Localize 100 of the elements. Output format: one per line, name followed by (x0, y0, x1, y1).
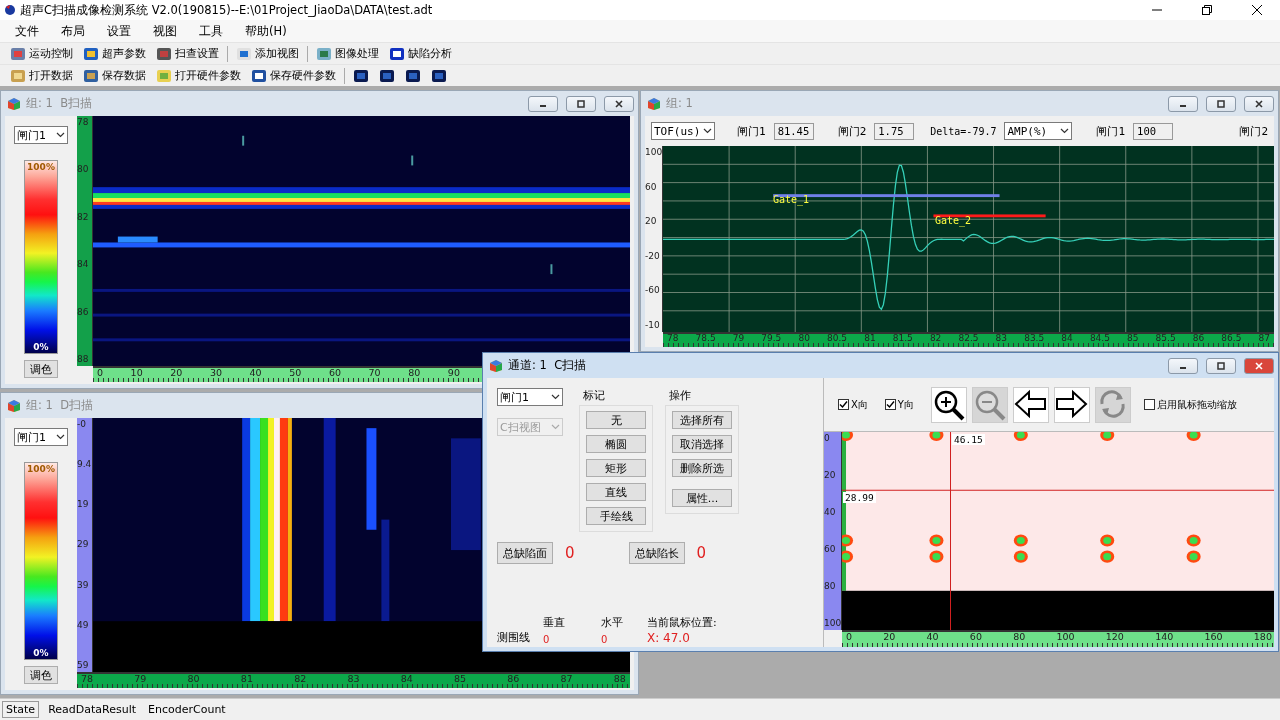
defect-spot (1100, 432, 1115, 442)
view-tool-button[interactable] (930, 386, 967, 423)
menu-item[interactable]: 文件 (4, 23, 50, 39)
window-title: 组: 1 D扫描 (26, 398, 94, 413)
dropdown[interactable]: TOF(us) (651, 122, 715, 140)
toolbar-button[interactable]: 扫查设置 (152, 43, 223, 64)
toolbar-button[interactable]: 缺陷分析 (385, 43, 456, 64)
toolbar-button[interactable]: 打开硬件参数 (152, 65, 245, 86)
drag-zoom-checkbox[interactable]: 启用鼠标拖动缩放 (1143, 397, 1237, 412)
defect-spot (842, 432, 854, 442)
value-field[interactable]: 100 (1133, 122, 1174, 140)
gate-label: 闸门1 (1096, 123, 1126, 139)
value-field[interactable]: 81.45 (773, 122, 814, 140)
palette-button[interactable]: 调色 (24, 360, 58, 378)
axis-tick-label: 40 (926, 632, 939, 642)
axis-tick-label: 90 (447, 368, 460, 378)
menu-item[interactable]: 布局 (50, 23, 96, 39)
group-title: 操作 (668, 388, 692, 403)
mark-tool-button[interactable]: 手绘线 (586, 507, 646, 525)
restore-icon (1202, 5, 1212, 15)
palette-button[interactable]: 调色 (24, 666, 58, 684)
view-tool-button[interactable] (1053, 386, 1090, 423)
minimize-button[interactable] (528, 95, 558, 112)
cube-icon (489, 358, 503, 373)
mark-tool-button[interactable]: 矩形 (586, 459, 646, 477)
value-field[interactable]: 1.75 (874, 122, 915, 140)
mark-tool-button[interactable]: 无 (586, 411, 646, 429)
axis-tick-label: 60 (328, 368, 341, 378)
axis-tick-label: 49 (77, 620, 90, 630)
maximize-button[interactable] (1206, 357, 1236, 374)
dropdown[interactable]: 闸门1 (14, 126, 68, 144)
maximize-button[interactable] (566, 95, 596, 112)
view-tool-button[interactable] (1012, 386, 1049, 423)
operation-button[interactable]: 删除所选 (672, 459, 732, 477)
folder-icon (156, 67, 172, 84)
axis-tick-label: 60 (824, 545, 837, 554)
axis-tick-label: 82.5 (958, 334, 979, 343)
close-icon (614, 99, 624, 108)
column-header: 垂直 (543, 615, 566, 630)
toolbar-button[interactable]: 超声参数 (79, 43, 150, 64)
dropdown[interactable]: 闸门1 (497, 388, 563, 406)
total-area-button[interactable]: 总缺陷面 (497, 542, 553, 564)
echo-spot (117, 236, 158, 243)
axis-tick-label: 20 (824, 471, 837, 480)
axis-tick-label: 20 (170, 368, 183, 378)
gate-bar[interactable] (933, 214, 1046, 218)
window-title: 组: 1 B扫描 (26, 96, 94, 111)
axis-tick-label: 80 (798, 334, 810, 343)
axis-tick-label: 85 (1127, 334, 1139, 343)
axis-tick-label: 78 (667, 334, 679, 343)
close-button[interactable] (1244, 95, 1274, 112)
axis-tick-label: 80 (1013, 632, 1026, 642)
axis-tick-label: 29 (77, 540, 90, 550)
menu-item[interactable]: 设置 (96, 23, 142, 39)
dropdown[interactable]: 闸门1 (14, 428, 68, 446)
axis-tick-label: 81 (240, 674, 253, 684)
axis-tick-label: 0 (846, 632, 853, 642)
total-length-button[interactable]: 总缺陷长 (628, 542, 685, 564)
minimize-button[interactable] (1168, 357, 1198, 374)
toolbar-button[interactable]: 图像处理 (312, 43, 383, 64)
cube-icon (7, 398, 21, 413)
menu-item[interactable]: 视图 (142, 23, 188, 39)
floppy-icon (251, 67, 267, 84)
axis-tick-label: 160 (1204, 632, 1223, 642)
mark-tool-button[interactable]: 直线 (586, 483, 646, 501)
axis-tick-label: 79.5 (761, 334, 782, 343)
horizontal-value: 0 (601, 634, 609, 645)
operation-button[interactable]: 取消选择 (672, 435, 732, 453)
layout-icon (353, 67, 369, 84)
cursor-x-label: 46.15 (952, 434, 985, 445)
toolbar-button[interactable]: 添加视图 (232, 43, 303, 64)
operation-button[interactable]: 属性... (672, 489, 732, 507)
axis-tick-label: 86 (1192, 334, 1205, 343)
colorbar-max-label: 100% (26, 162, 56, 172)
toolbar-button[interactable]: 保存数据 (79, 65, 150, 86)
menu-item[interactable]: 帮助(H) (234, 23, 298, 39)
axis-tick-label: 83 (995, 334, 1008, 343)
minimize-button[interactable] (1168, 95, 1198, 112)
mark-tool-button[interactable]: 椭圆 (586, 435, 646, 453)
toolbar-button[interactable]: 保存硬件参数 (247, 65, 340, 86)
menu-item[interactable]: 工具 (188, 23, 234, 39)
caret-icon (551, 394, 560, 400)
maximize-icon (1216, 99, 1226, 108)
defect-spot (842, 534, 854, 547)
axis-tick-label: 82 (77, 212, 90, 222)
close-button[interactable] (604, 95, 634, 112)
gate-name-label: Gate_1 (772, 194, 810, 206)
image-icon (83, 67, 99, 84)
axis-tick-label: 87 (560, 674, 573, 684)
axis-tick-label: 86.5 (1221, 334, 1242, 343)
toolbar-button[interactable]: 运动控制 (6, 43, 77, 64)
maximize-button[interactable] (1206, 95, 1236, 112)
defect-spot (929, 534, 944, 547)
dropdown[interactable]: AMP(%) (1004, 122, 1073, 140)
noise-streak (242, 135, 245, 146)
operation-button[interactable]: 选择所有 (672, 411, 732, 429)
axis-checkbox[interactable]: X向 (838, 397, 868, 412)
axis-checkbox[interactable]: Y向 (884, 397, 914, 412)
toolbar-button[interactable]: 打开数据 (6, 65, 77, 86)
axis-tick-label: 83.5 (1024, 334, 1045, 343)
